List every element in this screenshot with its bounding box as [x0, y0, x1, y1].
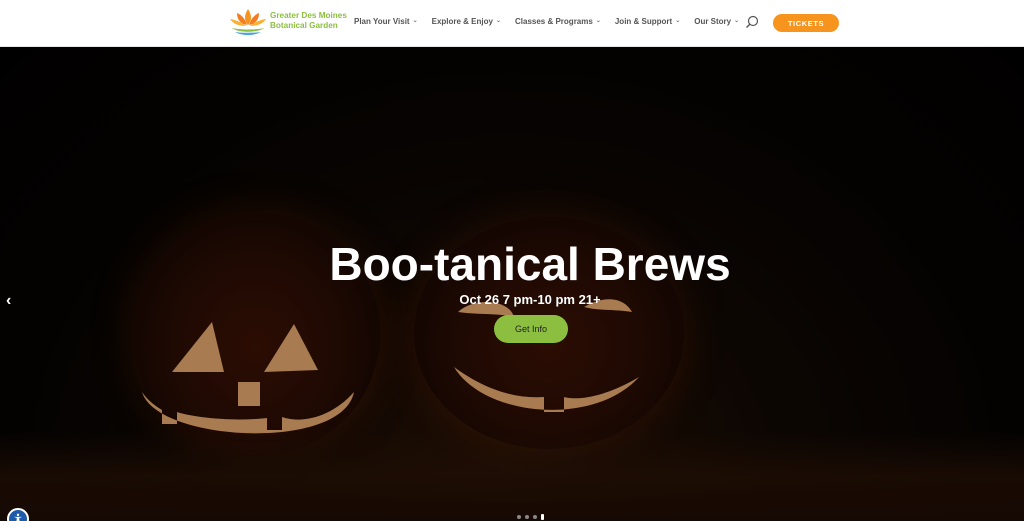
lotus-logo-icon: [230, 9, 266, 35]
logo-line-1: Greater Des Moines: [270, 11, 347, 20]
nav-classes-programs[interactable]: Classes & Programs ⌄: [515, 17, 601, 26]
site-header: Greater Des Moines Botanical Garden Plan…: [0, 0, 1024, 47]
site-logo[interactable]: Greater Des Moines Botanical Garden: [228, 5, 347, 37]
slider-pagination: [517, 514, 548, 520]
chevron-left-icon[interactable]: ‹: [6, 292, 11, 310]
slide-dot-4-active[interactable]: [541, 514, 544, 520]
get-info-button[interactable]: Get Info: [494, 315, 568, 343]
main-nav: Plan Your Visit ⌄ Explore & Enjoy ⌄ Clas…: [354, 17, 753, 26]
logo-line-2: Botanical Garden: [270, 21, 338, 30]
chevron-down-icon: ⌄: [495, 18, 501, 24]
nav-label: Plan Your Visit: [354, 17, 410, 26]
slide-dot-1[interactable]: [517, 515, 521, 519]
hero-subtitle: Oct 26 7 pm-10 pm 21+: [459, 292, 601, 307]
nav-plan-your-visit[interactable]: Plan Your Visit ⌄: [354, 17, 418, 26]
chevron-down-icon: ⌄: [675, 18, 681, 24]
chevron-down-icon: ⌄: [734, 18, 740, 24]
nav-our-story[interactable]: Our Story ⌄: [694, 17, 739, 26]
hero-title: Boo-tanical Brews: [329, 238, 731, 290]
nav-label: Classes & Programs: [515, 17, 593, 26]
tickets-button[interactable]: TICKETS: [773, 14, 839, 32]
hero-slider: Boo-tanical Brews Oct 26 7 pm-10 pm 21+ …: [0, 47, 1024, 521]
accessibility-icon: [13, 513, 23, 521]
nav-explore-enjoy[interactable]: Explore & Enjoy ⌄: [432, 17, 501, 26]
slide-dot-2[interactable]: [525, 515, 529, 519]
slide-dot-3[interactable]: [533, 515, 537, 519]
search-icon[interactable]: [745, 15, 759, 29]
chevron-down-icon: ⌄: [412, 18, 418, 24]
chevron-down-icon: ⌄: [595, 18, 601, 24]
nav-label: Our Story: [694, 17, 732, 26]
nav-join-support[interactable]: Join & Support ⌄: [615, 17, 680, 26]
nav-label: Join & Support: [614, 17, 673, 26]
nav-label: Explore & Enjoy: [431, 17, 493, 26]
